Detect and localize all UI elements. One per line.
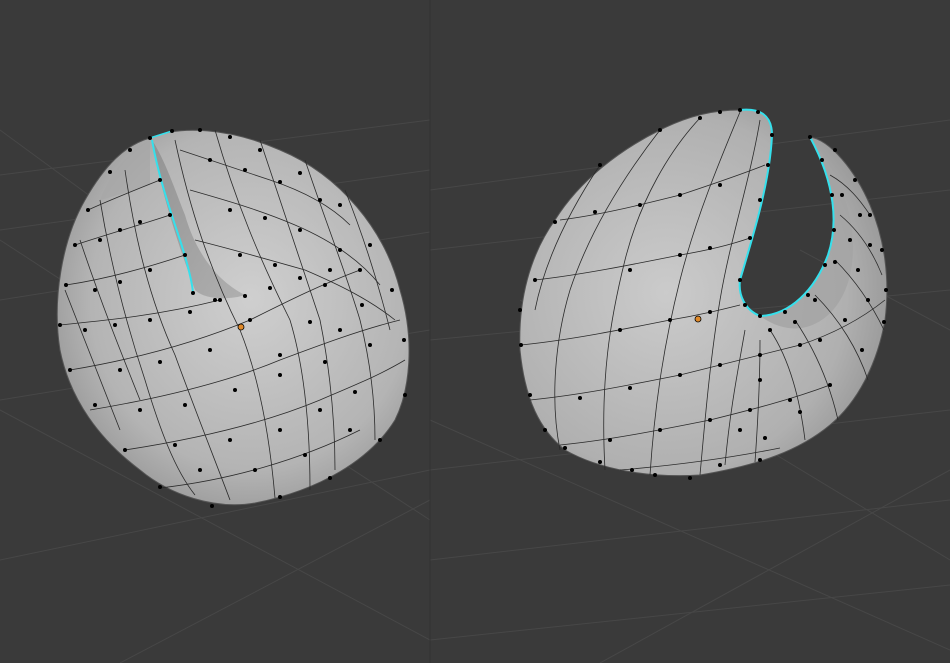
viewport-canvas[interactable] — [0, 0, 950, 663]
object-origin-left[interactable] — [237, 323, 245, 331]
3d-viewport-split[interactable] — [0, 0, 950, 663]
object-origin-right[interactable] — [694, 315, 702, 323]
